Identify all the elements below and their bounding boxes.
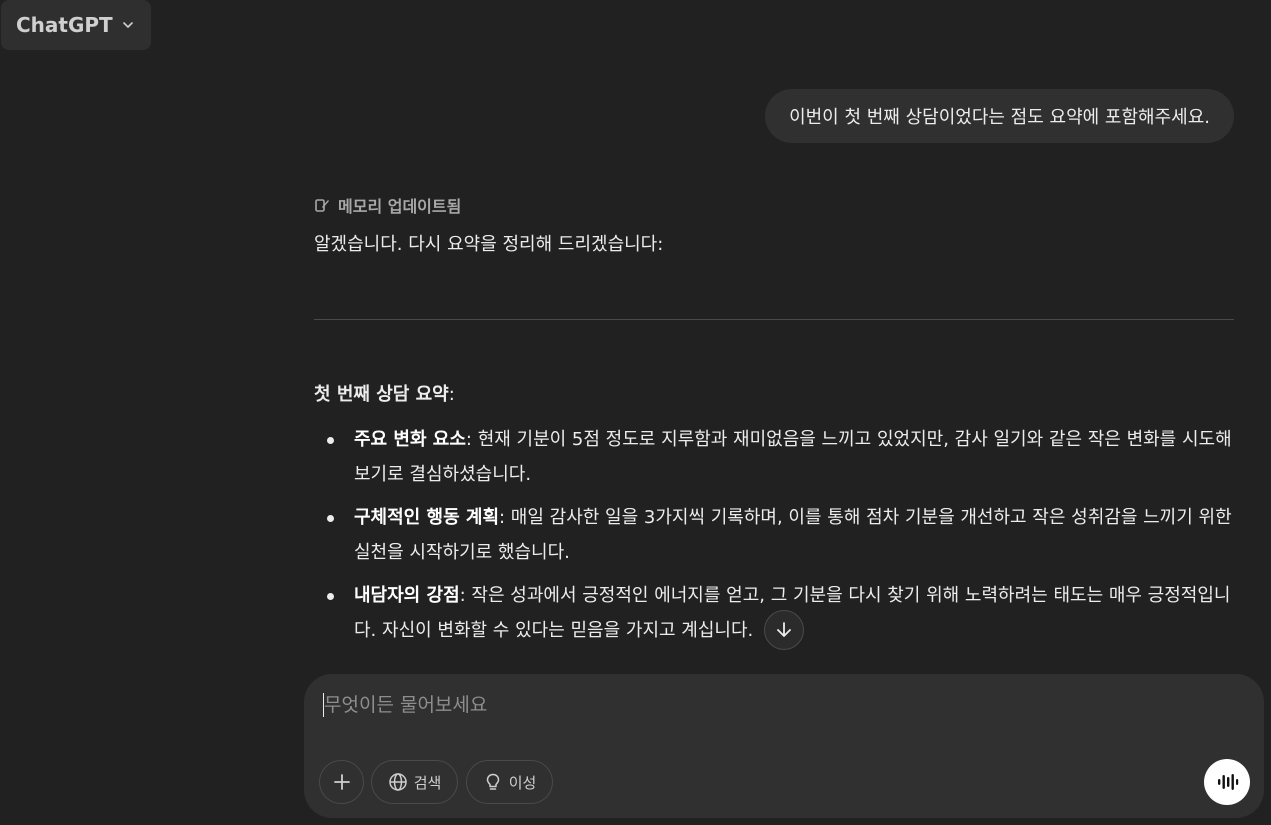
model-label: ChatGPT: [16, 13, 113, 37]
lightbulb-icon: [486, 773, 499, 790]
memory-label: 메모리 업데이트됨: [338, 197, 462, 216]
assistant-intro-text: 알겠습니다. 다시 요약을 정리해 드리겠습니다:: [314, 234, 664, 255]
user-message-bubble: 이번이 첫 번째 상담이었다는 점도 요약에 포함해주세요.: [765, 89, 1234, 143]
memory-edit-icon: [315, 199, 329, 212]
chevron-down-icon: [122, 22, 133, 28]
reason-label: 이성: [508, 773, 537, 792]
model-selector-button[interactable]: ChatGPT: [1, 0, 151, 50]
list-item: 주요 변화 요소: 현재 기분이 5점 정도로 지루함과 재미없음을 느끼고 있…: [314, 422, 1234, 492]
assistant-message: 메모리 업데이트됨 알겠습니다. 다시 요약을 정리해 드리겠습니다: 첫 번째…: [314, 190, 1234, 656]
arrow-down-icon: [777, 622, 791, 637]
list-item-title: 주요 변화 요소: [354, 429, 466, 450]
memory-updated-indicator[interactable]: 메모리 업데이트됨: [314, 190, 1234, 220]
voice-mode-button[interactable]: [1204, 759, 1250, 805]
scroll-to-bottom-button[interactable]: [764, 610, 804, 650]
search-label: 검색: [413, 773, 442, 792]
summary-heading-colon: :: [448, 384, 455, 405]
divider: [314, 319, 1234, 320]
user-message-text: 이번이 첫 번째 상담이었다는 점도 요약에 포함해주세요.: [789, 107, 1210, 128]
text-caret: [323, 693, 324, 717]
list-item-text: : 현재 기분이 5점 정도로 지루함과 재미없음을 느끼고 있었지만, 감사 …: [354, 429, 1232, 485]
voice-waveform-icon: [1218, 774, 1239, 790]
summary-heading-text: 첫 번째 상담 요약: [314, 384, 449, 405]
list-item-title: 내담자의 강점: [354, 585, 460, 606]
reason-button[interactable]: 이성: [466, 760, 553, 804]
list-item-title: 구체적인 행동 계획: [354, 507, 500, 528]
globe-icon: [388, 773, 407, 791]
summary-heading: 첫 번째 상담 요약:: [314, 380, 1234, 410]
attach-button[interactable]: [319, 760, 364, 804]
chat-page: ChatGPT 이번이 첫 번째 상담이었다는 점도 요약에 포함해주세요. 메…: [0, 0, 1271, 825]
plus-icon: [333, 774, 350, 790]
list-item: 구체적인 행동 계획: 매일 감사한 일을 3가지씩 기록하며, 이를 통해 점…: [314, 500, 1234, 570]
search-button[interactable]: 검색: [371, 760, 458, 804]
prompt-input[interactable]: [322, 690, 1246, 720]
